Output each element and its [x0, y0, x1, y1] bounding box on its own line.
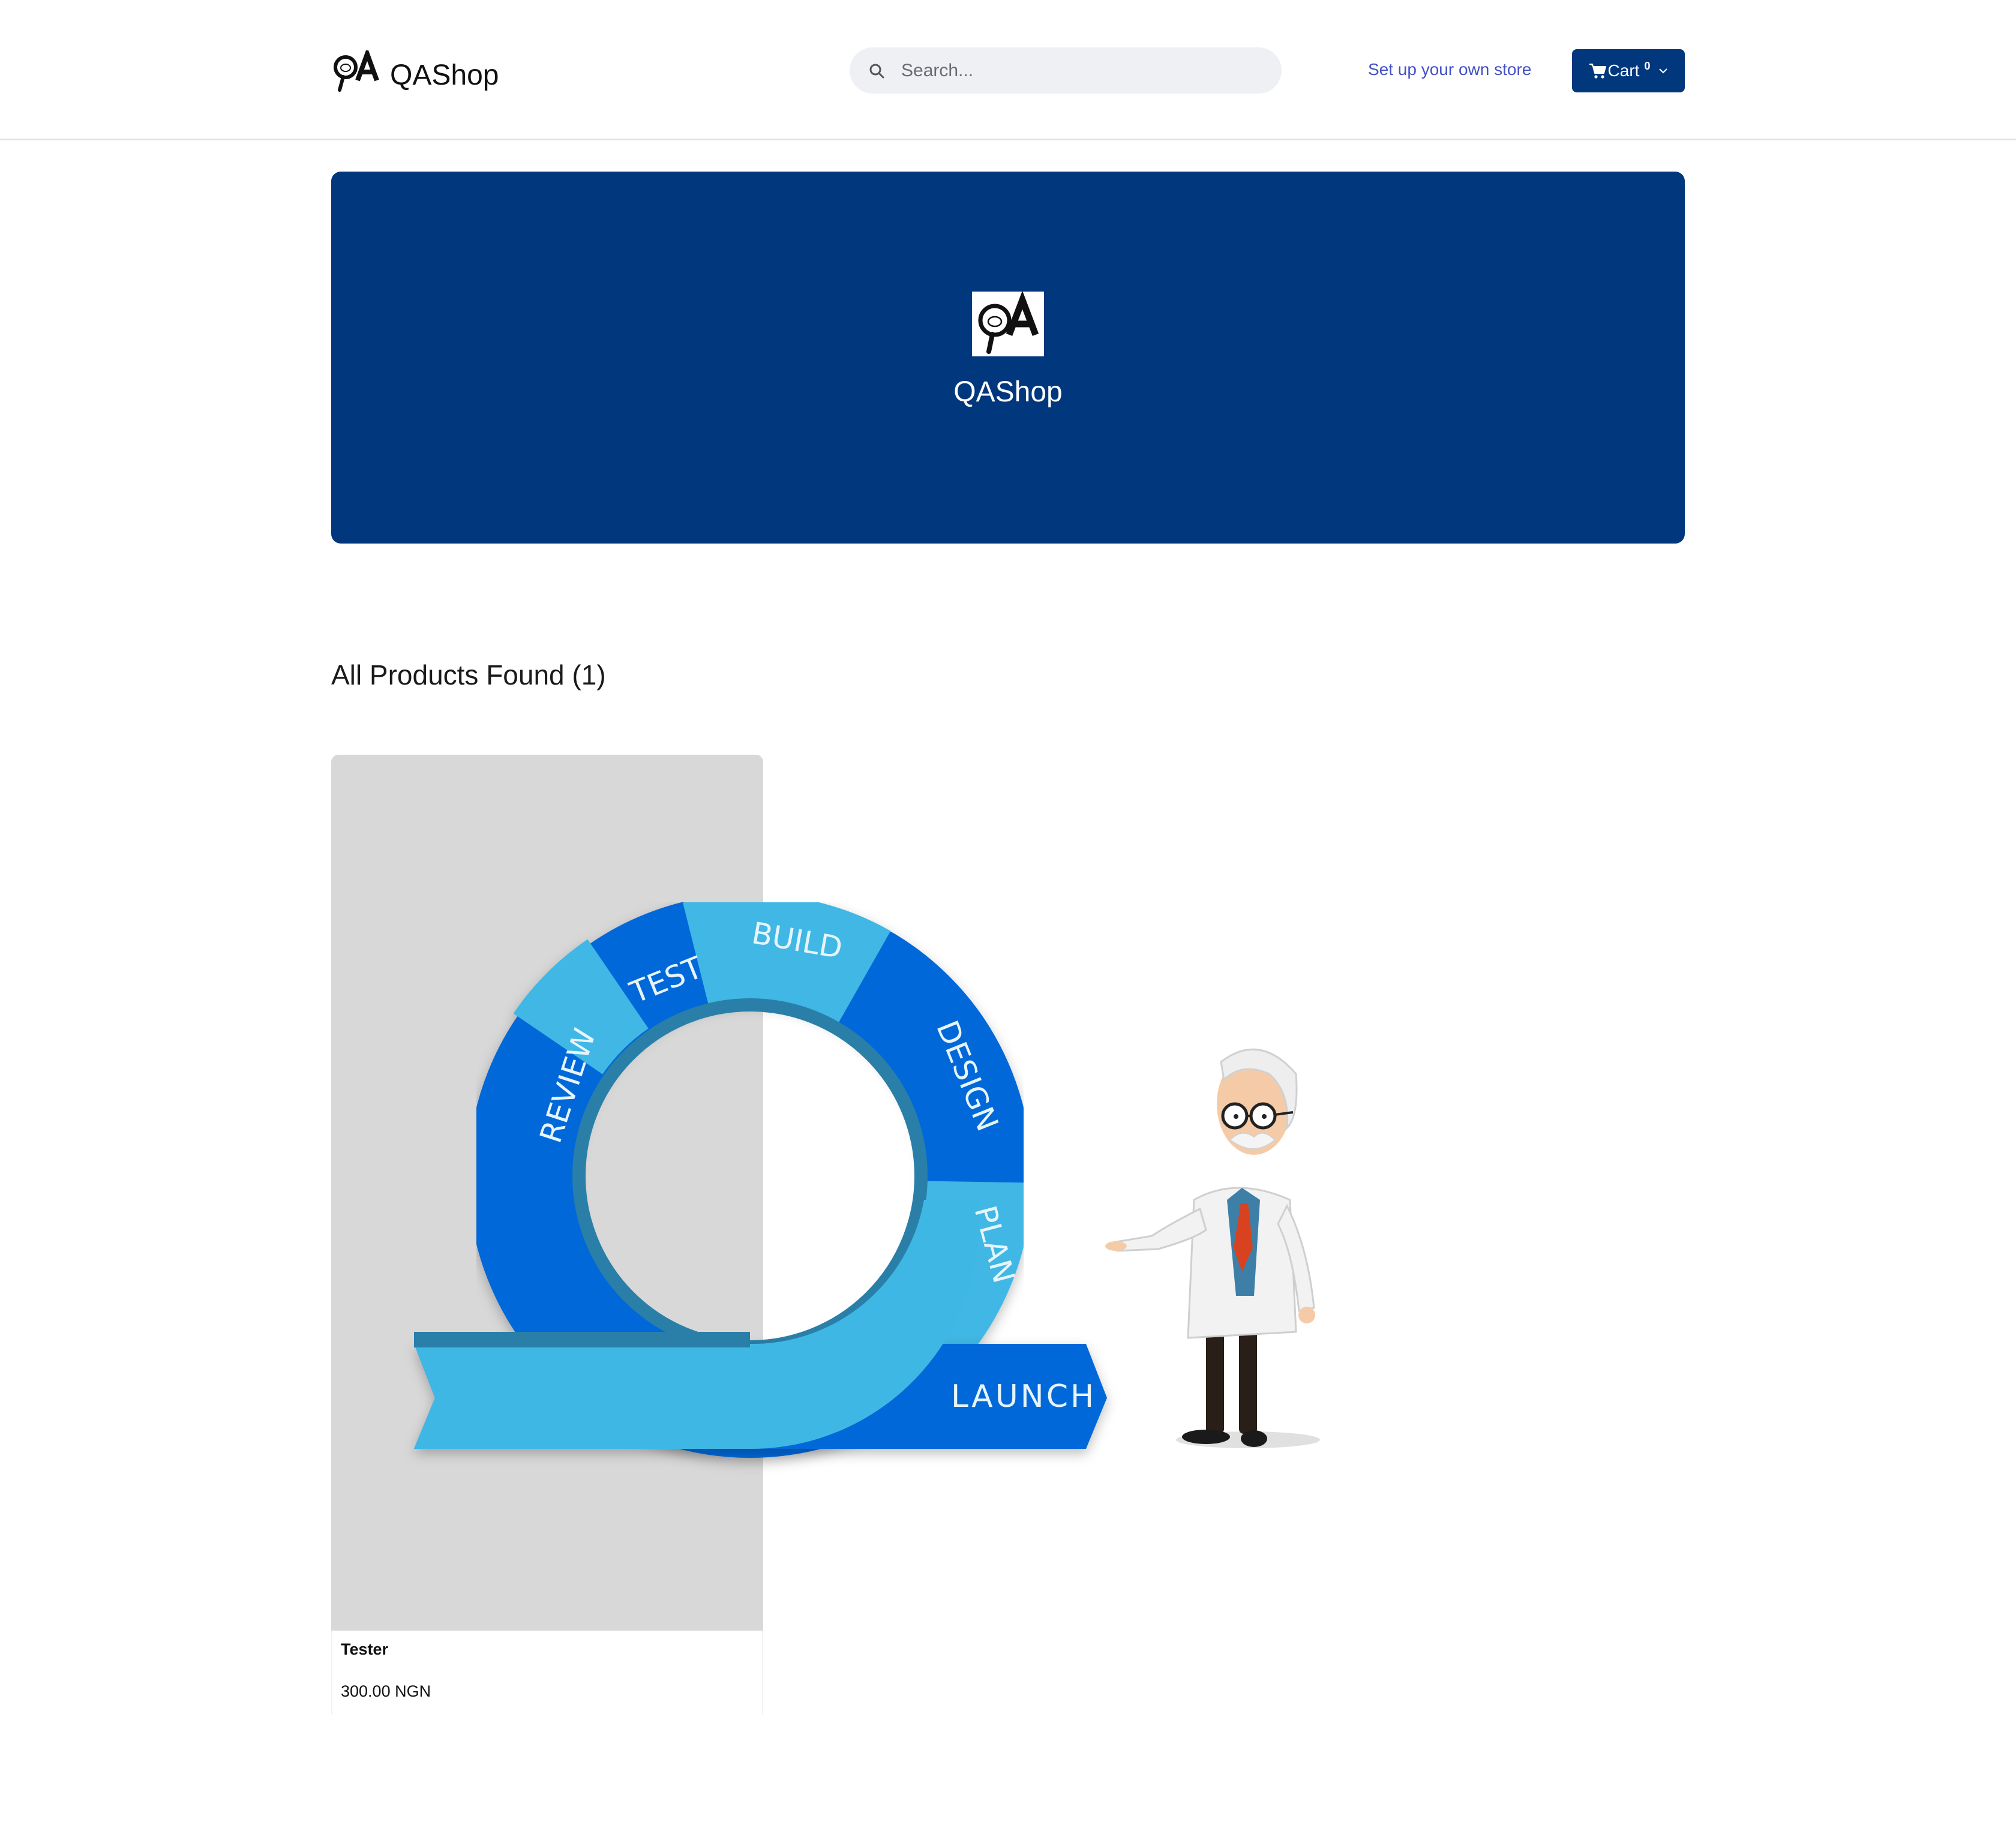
product-name: Tester — [341, 1640, 389, 1658]
store-hero-banner: QAShop — [331, 172, 1685, 544]
cart-count-badge: 0 — [1644, 59, 1651, 72]
scientist-figure — [1105, 1048, 1320, 1448]
hero-store-name: QAShop — [953, 376, 1063, 408]
setup-store-link[interactable]: Set up your own store — [1368, 60, 1531, 79]
product-price: 300.00 NGN — [341, 1682, 431, 1700]
store-logo-link[interactable]: QAShop — [331, 50, 499, 94]
cycle-label-launch: LAUNCH — [951, 1379, 1096, 1415]
cart-icon — [1589, 64, 1606, 79]
hero-store-logo — [972, 292, 1044, 356]
site-header: QAShop Set up your own store Cart 0 — [0, 0, 2016, 140]
product-image-illustration: BUILD TEST REVIEW DESIGN PLAN LAUNCH — [414, 894, 1320, 1458]
qa-logo-icon — [334, 50, 379, 92]
brand-name: QAShop — [390, 59, 499, 91]
products-heading: All Products Found (1) — [331, 659, 606, 691]
search-input[interactable] — [900, 59, 1262, 82]
product-info — [331, 1631, 763, 1715]
search-bar[interactable] — [850, 47, 1282, 94]
cart-button[interactable]: Cart 0 — [1572, 49, 1685, 92]
chevron-down-icon — [1659, 68, 1668, 74]
cart-label: Cart — [1607, 61, 1640, 80]
search-icon — [869, 64, 884, 78]
